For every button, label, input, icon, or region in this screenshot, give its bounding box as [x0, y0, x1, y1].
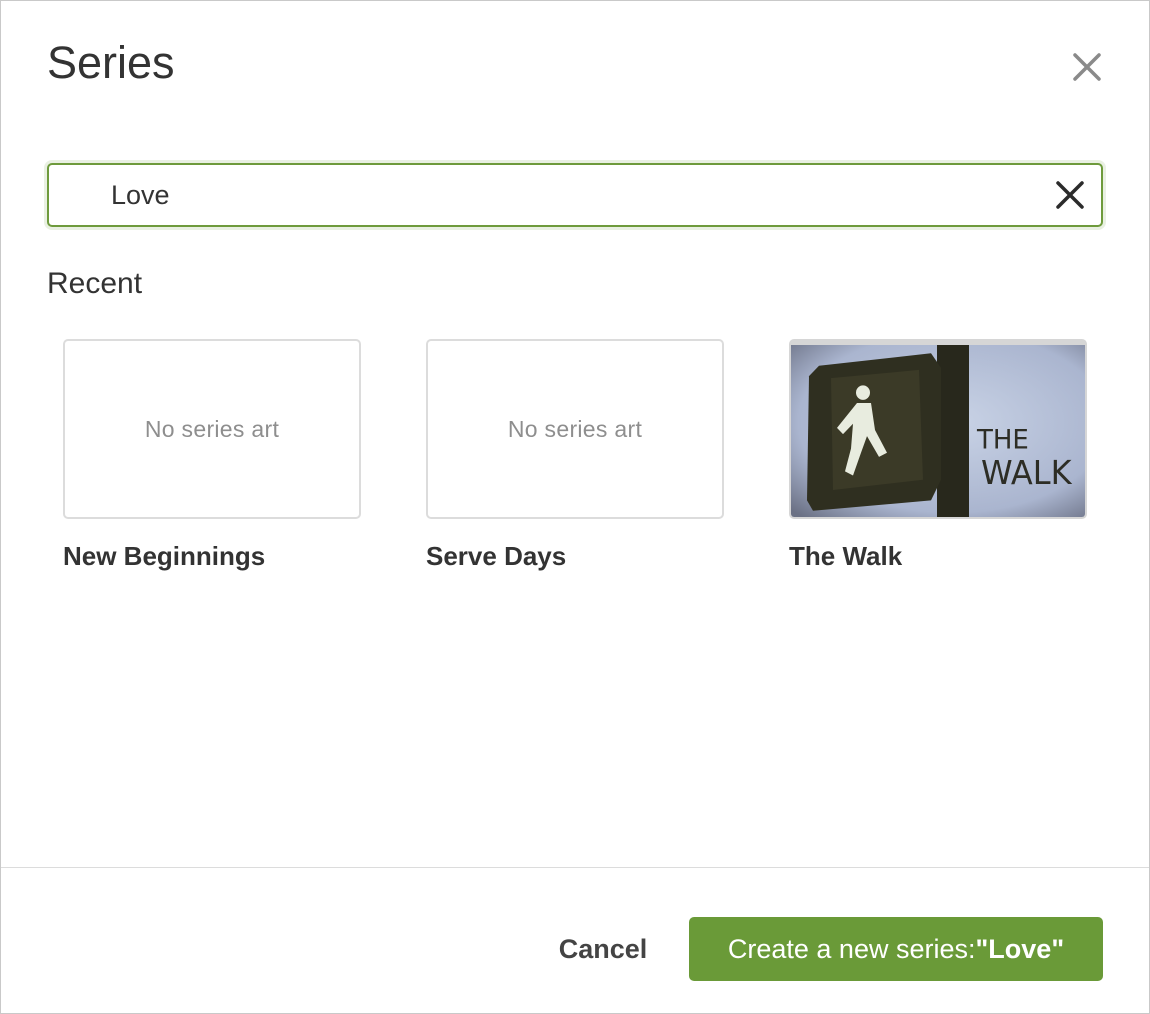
series-title: Serve Days	[426, 541, 567, 571]
search-input[interactable]	[111, 165, 1011, 225]
clear-search-button[interactable]	[1053, 178, 1087, 212]
close-button[interactable]	[1067, 47, 1107, 87]
series-card-the-walk[interactable]: THE WALK The Walk	[789, 339, 1087, 572]
create-label-prefix: Create a new series:	[727, 933, 976, 964]
series-art-placeholder: No series art	[63, 339, 361, 519]
series-dialog: Series Recent No series art New Beginnin…	[0, 0, 1150, 1014]
series-card-serve-days[interactable]: No series art Serve Days	[426, 339, 724, 572]
series-title: New Beginnings	[63, 541, 266, 571]
clear-search-icon	[1056, 181, 1084, 209]
no-art-label: No series art	[144, 415, 280, 442]
create-label-value: "Love"	[975, 933, 1065, 964]
close-icon	[1073, 53, 1101, 81]
series-title: The Walk	[789, 541, 903, 571]
art-text-the: THE	[976, 424, 1029, 456]
dialog-title: Series	[47, 37, 175, 88]
walk-sign-image: THE WALK	[791, 345, 1085, 517]
art-text-walk: WALK	[981, 453, 1073, 492]
cancel-button[interactable]: Cancel	[541, 917, 665, 981]
recent-heading: Recent	[47, 267, 143, 300]
no-art-label: No series art	[507, 415, 643, 442]
create-series-button[interactable]: Create a new series:"Love"	[689, 917, 1103, 981]
series-art-placeholder: No series art	[426, 339, 724, 519]
footer-divider	[1, 867, 1149, 868]
series-card-new-beginnings[interactable]: No series art New Beginnings	[63, 339, 361, 572]
search-field	[47, 163, 1103, 227]
series-art-image: THE WALK	[789, 339, 1087, 519]
